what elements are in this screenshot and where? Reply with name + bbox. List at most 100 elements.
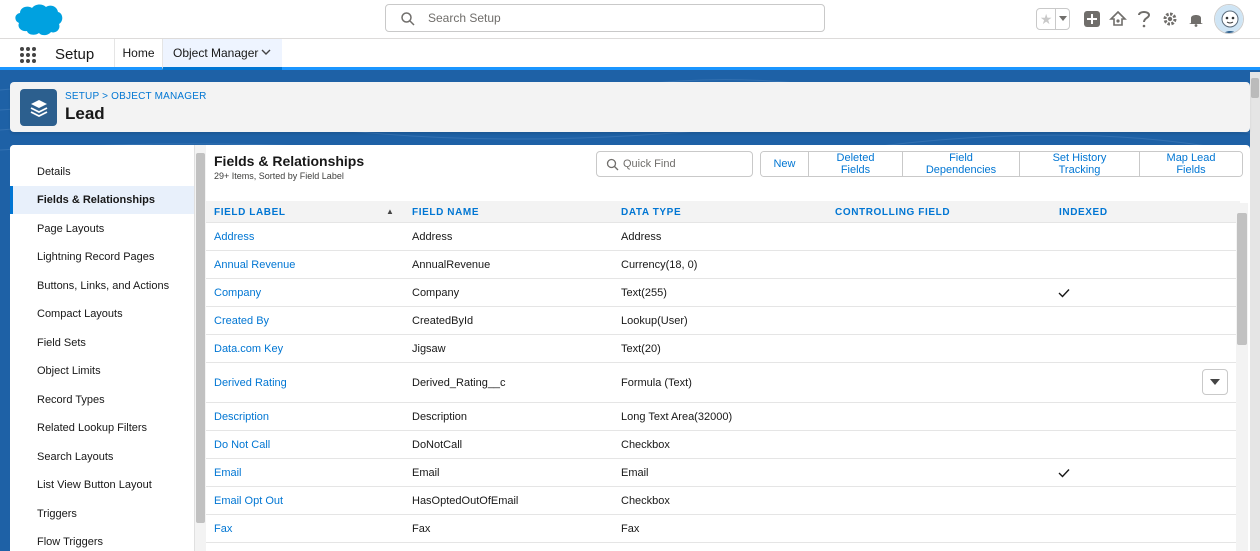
help-icon[interactable] <box>1134 9 1154 29</box>
table-row: Address Address Address <box>206 223 1240 251</box>
sidebar-item-compact-layouts[interactable]: Compact Layouts <box>10 300 194 328</box>
sidebar-item-list-view-button-layout[interactable]: List View Button Layout <box>10 471 194 499</box>
sidebar-item-lightning-record-pages[interactable]: Lightning Record Pages <box>10 243 194 271</box>
tab-home-label: Home <box>122 46 155 60</box>
global-search-input[interactable] <box>428 5 808 31</box>
table-row: Fax Fax Fax <box>206 515 1240 543</box>
section-subtitle: 29+ Items, Sorted by Field Label <box>214 171 344 181</box>
trailhead-icon[interactable] <box>1108 9 1128 29</box>
new-button[interactable]: New <box>761 152 808 176</box>
tab-object-manager[interactable]: Object Manager <box>162 39 282 70</box>
field-data-type: Checkbox <box>621 439 670 451</box>
chevron-down-icon[interactable] <box>261 49 271 56</box>
table-row: Email Opt Out HasOptedOutOfEmail Checkbo… <box>206 487 1240 515</box>
page-title: Lead <box>65 104 105 123</box>
field-data-type: Long Text Area(32000) <box>621 411 733 423</box>
field-api-name: Company <box>412 287 460 299</box>
app-launcher-icon[interactable] <box>19 46 37 64</box>
sidebar-item-label: Search Layouts <box>37 451 114 463</box>
global-search-box[interactable] <box>385 4 825 32</box>
app-name: Setup <box>55 46 95 63</box>
sidebar-item-fields-relationships[interactable]: Fields & Relationships <box>10 186 194 214</box>
fields-table-header: FIELD LABEL ▲ FIELD NAME DATA TYPE CONTR… <box>206 201 1240 223</box>
sidebar-item-page-layouts[interactable]: Page Layouts <box>10 215 194 243</box>
column-header-indexed[interactable]: INDEXED <box>1059 207 1108 218</box>
sidebar-scrollbar-thumb[interactable] <box>196 153 205 523</box>
field-label-link[interactable]: Data.com Key <box>214 343 283 355</box>
quick-find-input[interactable] <box>623 152 748 176</box>
field-label-link[interactable]: Annual Revenue <box>214 259 295 271</box>
sidebar-item-field-sets[interactable]: Field Sets <box>10 329 194 357</box>
bell-icon[interactable] <box>1186 9 1206 29</box>
field-label-link[interactable]: Email Opt Out <box>214 495 283 507</box>
column-header-data-type[interactable]: DATA TYPE <box>621 207 681 218</box>
column-header-field-label[interactable]: FIELD LABEL <box>214 207 286 218</box>
row-actions-button[interactable] <box>1202 369 1228 395</box>
field-api-name: Email <box>412 467 440 479</box>
field-data-type: Text(255) <box>621 287 667 299</box>
page-scrollbar-thumb[interactable] <box>1251 78 1259 98</box>
avatar[interactable] <box>1214 4 1244 34</box>
salesforce-cloud-logo[interactable] <box>11 3 63 37</box>
deleted-fields-button[interactable]: Deleted Fields <box>808 152 902 176</box>
indexed-checkmark-icon <box>1058 469 1070 478</box>
field-data-type: Lookup(User) <box>621 315 688 327</box>
field-api-name: CreatedById <box>412 315 474 327</box>
table-scrollbar-thumb[interactable] <box>1237 213 1247 345</box>
table-scrollbar[interactable] <box>1236 203 1248 551</box>
field-api-name: HasOptedOutOfEmail <box>412 495 519 507</box>
sidebar-scrollbar[interactable] <box>194 145 206 551</box>
sort-ascending-icon[interactable]: ▲ <box>386 207 394 216</box>
star-icon[interactable]: ★ <box>1037 9 1055 29</box>
field-label-link[interactable]: Description <box>214 411 269 423</box>
table-row: Do Not Call DoNotCall Checkbox <box>206 431 1240 459</box>
field-label-link[interactable]: Email <box>214 467 242 479</box>
field-api-name: Description <box>412 411 468 423</box>
favorites-dropdown-icon[interactable] <box>1055 9 1069 29</box>
sidebar-item-search-layouts[interactable]: Search Layouts <box>10 443 194 471</box>
page-scrollbar[interactable] <box>1250 72 1260 551</box>
table-row: Email Email Email <box>206 459 1240 487</box>
sidebar-item-buttons-links-actions[interactable]: Buttons, Links, and Actions <box>10 272 194 300</box>
field-label-link[interactable]: Company <box>214 287 261 299</box>
field-dependencies-button[interactable]: Field Dependencies <box>902 152 1019 176</box>
column-header-controlling-field[interactable]: CONTROLLING FIELD <box>835 207 950 218</box>
column-header-field-name[interactable]: FIELD NAME <box>412 207 479 218</box>
search-icon <box>606 158 619 171</box>
field-label-link[interactable]: Created By <box>214 315 269 327</box>
field-label-link[interactable]: Do Not Call <box>214 439 270 451</box>
sidebar-item-record-types[interactable]: Record Types <box>10 386 194 414</box>
indexed-checkmark-icon <box>1058 289 1070 298</box>
sidebar-item-label: Details <box>37 166 71 178</box>
chevron-down-icon <box>1210 378 1220 385</box>
field-label-link[interactable]: Address <box>214 231 254 243</box>
tab-home[interactable]: Home <box>114 39 162 67</box>
breadcrumb[interactable]: SETUP > OBJECT MANAGER <box>65 91 207 102</box>
context-bar: Setup Home Object Manager <box>0 39 1260 70</box>
sidebar-item-label: Field Sets <box>37 337 86 349</box>
add-icon[interactable] <box>1082 9 1102 29</box>
sidebar-item-flow-triggers[interactable]: Flow Triggers <box>10 528 194 551</box>
table-row: Description Description Long Text Area(3… <box>206 403 1240 431</box>
sidebar-item-triggers[interactable]: Triggers <box>10 500 194 528</box>
gear-icon[interactable] <box>1160 9 1180 29</box>
field-data-type: Fax <box>621 523 640 535</box>
field-data-type: Text(20) <box>621 343 661 355</box>
object-header: SETUP > OBJECT MANAGER Lead <box>10 82 1250 132</box>
section-title: Fields & Relationships <box>214 153 365 169</box>
sidebar-item-label: Related Lookup Filters <box>37 422 148 434</box>
sidebar-item-object-limits[interactable]: Object Limits <box>10 357 194 385</box>
field-label-link[interactable]: Fax <box>214 523 232 535</box>
field-label-link[interactable]: Derived Rating <box>214 377 287 389</box>
table-row: Data.com Key Jigsaw Text(20) <box>206 335 1240 363</box>
sidebar-item-label: Buttons, Links, and Actions <box>37 280 170 292</box>
sidebar-item-related-lookup-filters[interactable]: Related Lookup Filters <box>10 414 194 442</box>
quick-find-box[interactable] <box>596 151 753 177</box>
field-api-name: Derived_Rating__c <box>412 377 506 389</box>
header-utility-icons: ★ <box>1036 4 1244 34</box>
sidebar-item-details[interactable]: Details <box>10 158 194 186</box>
map-lead-fields-button[interactable]: Map Lead Fields <box>1139 152 1242 176</box>
field-api-name: AnnualRevenue <box>412 259 491 271</box>
fields-content: Fields & Relationships 29+ Items, Sorted… <box>206 145 1250 551</box>
set-history-tracking-button[interactable]: Set History Tracking <box>1019 152 1139 176</box>
